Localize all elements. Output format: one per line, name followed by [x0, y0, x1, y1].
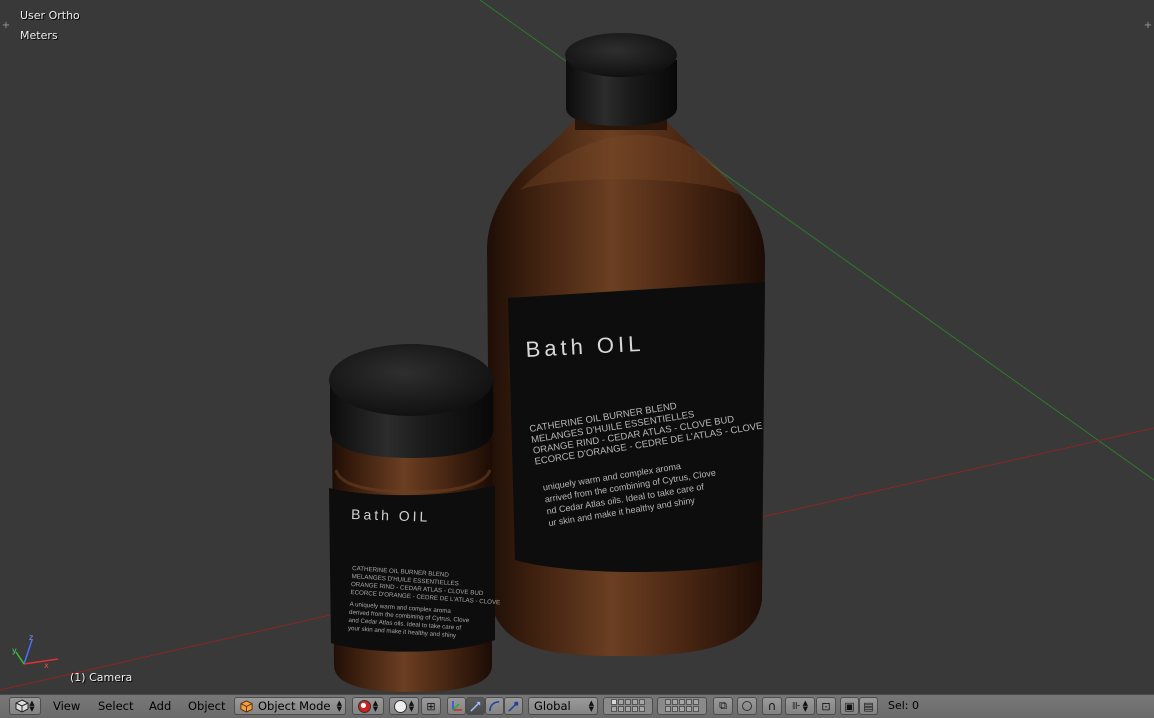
rotate-arc-icon [489, 700, 500, 711]
lock-camera-layers-button[interactable]: ⧉ [713, 697, 733, 715]
viewport-shading-button[interactable]: ▲ ▼ [352, 697, 384, 715]
menu-object[interactable]: Object [188, 699, 225, 713]
viewport-header: ▲ ▼ View Select Add Object Object Mode ▲ ▼… [0, 694, 1154, 718]
transform-orientation-select[interactable]: Global ▲ ▼ [528, 697, 598, 715]
snap-target-icon: ⊡ [821, 699, 831, 713]
layer-grid-icon [610, 699, 646, 713]
units-label: Meters [20, 29, 58, 42]
pivot-icon [393, 699, 407, 713]
snap-element-select[interactable]: ⊪ ▲ ▼ [785, 697, 815, 715]
scene-canvas[interactable]: Bath OIL CATHERINE OIL BURNER BLEND MELA… [0, 0, 1154, 694]
pivot-point-button[interactable]: ▲ ▼ [389, 697, 419, 715]
only-origins-toggle[interactable]: ⊞ [421, 697, 441, 715]
chevron-updown-icon: ▲ ▼ [336, 699, 342, 713]
toolshelf-toggle-handle[interactable]: + [1, 21, 11, 31]
clapperboard-icon: ▤ [863, 699, 874, 713]
axis-z-label: z [29, 633, 33, 642]
menu-select[interactable]: Select [98, 699, 133, 713]
axis-y-label: y [12, 646, 17, 655]
small-label-title: Bath OIL [351, 506, 431, 525]
snap-toggle-button[interactable]: ∩ [762, 697, 782, 715]
layers-group-2[interactable] [657, 697, 707, 715]
manipulator-icon [451, 701, 462, 711]
chevron-updown-icon: ▲ ▼ [408, 699, 415, 713]
menu-add[interactable]: Add [149, 699, 171, 713]
axis-x-label: x [44, 661, 49, 670]
orientation-label: Global [534, 699, 571, 713]
selection-count: Sel: 0 [888, 699, 920, 712]
rotate-manipulator-button[interactable] [485, 697, 504, 715]
menu-view[interactable]: View [53, 699, 80, 713]
scale-manipulator-button[interactable] [504, 697, 523, 715]
chevron-updown-icon: ▲ ▼ [802, 699, 809, 713]
chevron-updown-icon: ▲ ▼ [372, 699, 379, 713]
translate-manipulator-button[interactable] [466, 697, 485, 715]
origins-icon: ⊞ [426, 699, 436, 713]
layers-lock-icon: ⧉ [719, 699, 727, 712]
properties-toggle-handle[interactable]: + [1143, 21, 1153, 31]
snap-increment-icon: ⊪ [791, 700, 801, 712]
chevron-updown-icon: ▲ ▼ [29, 699, 35, 713]
proportional-editing-button[interactable] [737, 697, 757, 715]
proportional-circle-icon [742, 701, 752, 711]
axis-gizmo: z y x [12, 633, 59, 670]
magnet-icon: ∩ [767, 699, 777, 713]
mode-select[interactable]: Object Mode ▲ ▼ [234, 697, 346, 715]
chevron-updown-icon: ▲ ▼ [588, 699, 594, 713]
editor-type-button[interactable]: ▲ ▼ [9, 697, 41, 715]
cube-icon [15, 699, 29, 713]
active-object-label: (1) Camera [70, 671, 133, 684]
render-animation-button[interactable]: ▤ [859, 697, 878, 715]
render-image-button[interactable]: ▣ [840, 697, 859, 715]
3d-viewport[interactable]: Bath OIL CATHERINE OIL BURNER BLEND MELA… [0, 0, 1154, 694]
translate-arrow-icon [470, 701, 481, 712]
view-name-label: User Ortho [20, 9, 80, 22]
layers-group-1[interactable] [603, 697, 653, 715]
layer-grid-icon [664, 699, 700, 713]
scale-icon [508, 701, 519, 712]
mode-label: Object Mode [258, 699, 331, 713]
object-mode-icon [240, 699, 253, 713]
shading-sphere-icon [357, 699, 371, 713]
snap-target-button[interactable]: ⊡ [816, 697, 836, 715]
manipulator-toggle[interactable] [447, 697, 466, 715]
camera-icon: ▣ [844, 699, 855, 713]
